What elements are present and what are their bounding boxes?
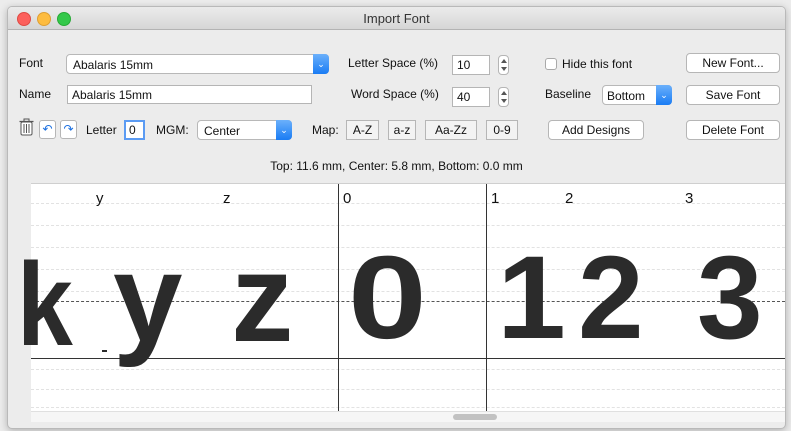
save-font-button[interactable]: Save Font [686,85,780,105]
chevron-down-icon: ⌄ [656,85,672,105]
title-bar: Import Font [8,7,785,30]
chevron-down-icon: ⌄ [313,54,329,74]
letter-space-field[interactable]: 10 [452,55,490,75]
trash-icon[interactable] [18,118,35,137]
glyph-1: 1 [497,232,566,364]
name-field[interactable]: Abalaris 15mm [67,85,312,104]
word-space-field[interactable]: 40 [452,87,490,107]
chevron-down-icon: ⌄ [276,120,292,140]
mgm-select[interactable]: Center ⌄ [197,120,292,140]
letter-field[interactable]: 0 [124,120,145,140]
map-a-z-lower-button[interactable]: a-z [388,120,416,140]
word-space-label: Word Space (%) [351,87,439,101]
glyph-0: 0 [348,232,427,364]
window-title: Import Font [363,11,430,26]
glyph-header-2: 2 [565,190,574,207]
new-font-button[interactable]: New Font... [686,53,780,73]
glyph-header-y: y [96,190,104,207]
horizontal-scrollbar[interactable] [31,411,785,422]
baseline-select[interactable]: Bottom ⌄ [602,85,672,105]
mgm-label: MGM: [156,123,189,137]
delete-font-button[interactable]: Delete Font [686,120,780,140]
glyph-divider-left [338,184,339,412]
font-metrics-text: Top: 11.6 mm, Center: 5.8 mm, Bottom: 0.… [270,159,523,173]
glyph-y: y [113,229,183,368]
baseline-label: Baseline [545,87,592,101]
word-space-stepper[interactable] [498,87,509,107]
letter-space-stepper[interactable] [498,55,509,75]
hide-font-label: Hide this font [562,57,633,71]
font-select-value: Abalaris 15mm [73,58,154,72]
glyph-k-partial: k [17,239,73,371]
import-font-window: Import Font Font Abalaris 15mm ⌄ Letter … [7,6,786,429]
font-label: Font [19,56,44,70]
glyph-header-3: 3 [685,190,694,207]
glyph-header-z: z [223,190,231,207]
letter-space-label: Letter Space (%) [348,56,439,70]
glyph-z: z [231,229,294,368]
hide-font-checkbox[interactable] [545,58,557,70]
glyph-preview-canvas[interactable]: y z 0 1 2 3 k y z 0 1 2 3 [17,183,785,412]
guide-line [31,389,785,390]
baseline-select-value: Bottom [607,89,646,103]
map-0-9-button[interactable]: 0-9 [486,120,518,140]
name-label: Name [19,87,52,101]
redo-icon[interactable]: ↷ [60,120,77,139]
map-aa-zz-button[interactable]: Aa-Zz [425,120,477,140]
mgm-select-value: Center [204,124,241,138]
guide-line [31,225,785,226]
glyph-marker [102,350,107,352]
glyph-divider-right [486,184,487,412]
letter-label: Letter [86,123,117,137]
glyph-3: 3 [697,232,763,364]
undo-icon[interactable]: ↶ [39,120,56,139]
map-label: Map: [312,123,339,137]
glyph-2: 2 [578,232,644,364]
scrollbar-thumb[interactable] [453,414,497,420]
glyph-header-1: 1 [491,190,500,207]
guide-line [31,369,785,370]
guide-line [31,203,785,204]
map-a-z-upper-button[interactable]: A-Z [346,120,379,140]
glyph-header-0: 0 [343,190,352,207]
font-select[interactable]: Abalaris 15mm ⌄ [66,54,329,74]
add-designs-button[interactable]: Add Designs [548,120,644,140]
guide-line [31,407,785,408]
